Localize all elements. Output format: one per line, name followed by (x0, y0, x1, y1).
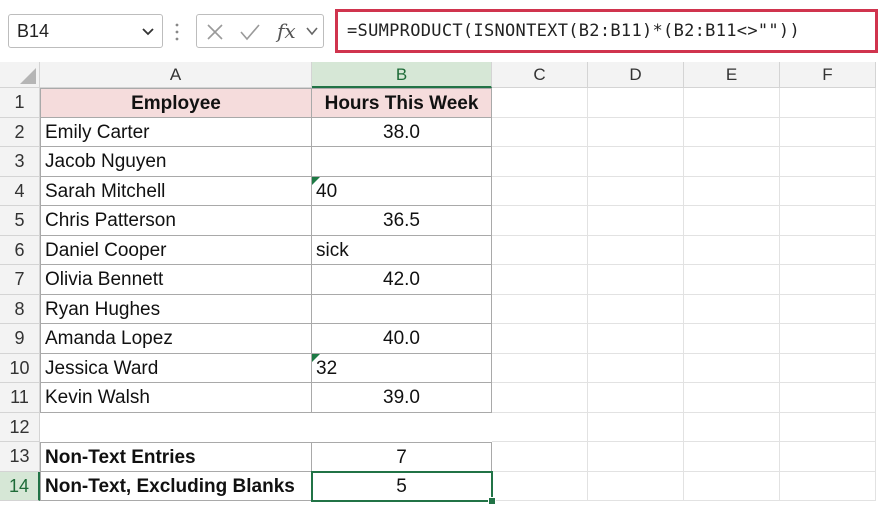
gridline (492, 500, 876, 501)
gridline (492, 470, 876, 472)
summary-label-cell[interactable]: Non-Text Entries (40, 442, 312, 472)
row-header-1[interactable]: 1 (0, 88, 40, 118)
summary-label-cell[interactable]: Non-Text, Excluding Blanks (40, 471, 312, 501)
employee-name-cell[interactable]: Kevin Walsh (40, 383, 312, 413)
gridline (587, 88, 588, 501)
chevron-down-icon[interactable] (305, 24, 319, 38)
row-header-9[interactable]: 9 (0, 324, 40, 354)
row-header-6[interactable]: 6 (0, 235, 40, 265)
summary-value-cell[interactable]: 7 (312, 442, 492, 472)
gridline (492, 411, 876, 413)
hours-cell[interactable]: 42.0 (312, 265, 492, 295)
row-header-8[interactable]: 8 (0, 294, 40, 324)
row-header-14[interactable]: 14 (0, 471, 40, 501)
hours-cell[interactable]: 32 (312, 353, 492, 383)
more-options-icon[interactable] (174, 22, 180, 42)
gridline (492, 175, 876, 177)
column-header-d[interactable]: D (588, 62, 684, 88)
employee-name-cell[interactable]: Jacob Nguyen (40, 147, 312, 177)
employee-name-cell[interactable]: Ryan Hughes (40, 294, 312, 324)
hours-cell[interactable] (312, 294, 492, 324)
select-all-corner[interactable] (0, 62, 40, 88)
row-header-12[interactable]: 12 (0, 412, 40, 442)
gridline (492, 323, 876, 324)
row-header-7[interactable]: 7 (0, 265, 40, 295)
employee-name-cell[interactable]: Sarah Mitchell (40, 176, 312, 206)
hours-cell[interactable]: 38.0 (312, 117, 492, 147)
summary-value-cell[interactable]: 5 (312, 471, 492, 501)
header-employee[interactable]: Employee (40, 88, 312, 118)
column-header-e[interactable]: E (684, 62, 780, 88)
row-header-3[interactable]: 3 (0, 147, 40, 177)
number-as-text-indicator-icon (312, 176, 320, 185)
formula-controls: fx (196, 14, 324, 48)
name-box[interactable]: B14 (8, 14, 163, 48)
gridline (492, 146, 876, 147)
gridline (492, 264, 876, 265)
column-header-a[interactable]: A (40, 62, 312, 88)
gridline (779, 88, 780, 501)
gridline (492, 441, 876, 442)
hours-cell[interactable]: 39.0 (312, 383, 492, 413)
row-header-10[interactable]: 10 (0, 353, 40, 383)
hours-cell[interactable]: 40.0 (312, 324, 492, 354)
select-all-icon[interactable] (0, 62, 40, 88)
row-header-2[interactable]: 2 (0, 117, 40, 147)
enter-check-icon[interactable] (239, 22, 261, 42)
header-hours[interactable]: Hours This Week (312, 88, 492, 118)
gridline (492, 352, 876, 354)
gridline (492, 205, 876, 206)
gridline (492, 382, 876, 383)
gridline (492, 293, 876, 295)
employee-name-cell[interactable]: Amanda Lopez (40, 324, 312, 354)
chevron-down-icon[interactable] (140, 23, 156, 39)
employee-name-cell[interactable]: Jessica Ward (40, 353, 312, 383)
name-box-value: B14 (17, 21, 50, 41)
column-header-f[interactable]: F (780, 62, 876, 88)
insert-function-icon[interactable]: fx (277, 19, 296, 43)
fill-handle[interactable] (488, 497, 496, 505)
row-header-11[interactable]: 11 (0, 383, 40, 413)
gridline (492, 116, 876, 118)
gridline (683, 88, 684, 501)
employee-name-cell[interactable]: Emily Carter (40, 117, 312, 147)
employee-name-cell[interactable]: Daniel Cooper (40, 235, 312, 265)
row-header-13[interactable]: 13 (0, 442, 40, 472)
hours-cell[interactable]: 40 (312, 176, 492, 206)
column-header-b[interactable]: B (312, 62, 492, 88)
gridline (875, 88, 876, 501)
hours-cell[interactable]: sick (312, 235, 492, 265)
employee-name-cell[interactable]: Chris Patterson (40, 206, 312, 236)
row-header-4[interactable]: 4 (0, 176, 40, 206)
hours-cell[interactable] (312, 147, 492, 177)
formula-bar[interactable]: =SUMPRODUCT(ISNONTEXT(B2:B11)*(B2:B11<>"… (335, 9, 878, 53)
number-as-text-indicator-icon (312, 353, 320, 362)
gridline (492, 234, 876, 236)
cancel-icon[interactable] (205, 22, 225, 42)
column-header-c[interactable]: C (492, 62, 588, 88)
formula-toolbar: B14 fx =SUMPRODUCT(ISNONTEXT(B2:B11)*(B2… (0, 0, 886, 62)
employee-name-cell[interactable]: Olivia Bennett (40, 265, 312, 295)
formula-text[interactable]: =SUMPRODUCT(ISNONTEXT(B2:B11)*(B2:B11<>"… (347, 21, 800, 41)
row-header-5[interactable]: 5 (0, 206, 40, 236)
hours-cell[interactable]: 36.5 (312, 206, 492, 236)
